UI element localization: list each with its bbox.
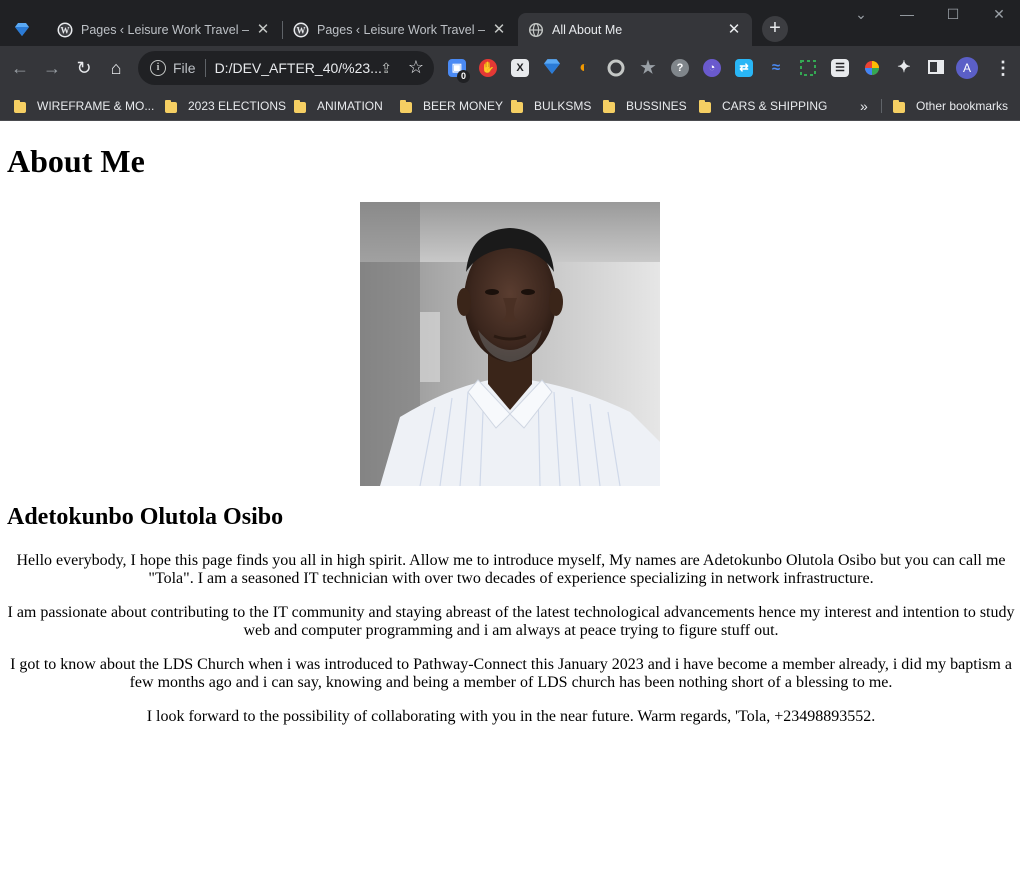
tab-title: Pages ‹ Leisure Work Travel — W — [317, 22, 485, 37]
close-icon[interactable]: ✕ — [726, 21, 742, 38]
list-extension-icon[interactable]: ☰ — [831, 59, 849, 77]
bookmark-label: WIREFRAME & MO... — [37, 99, 155, 113]
color-extension-icon[interactable] — [863, 59, 881, 77]
bookmark-label: 2023 ELECTIONS — [188, 99, 287, 113]
bookmark-label: BEER MONEY — [423, 99, 504, 113]
other-bookmarks[interactable]: Other bookmarks — [893, 96, 1008, 116]
tab-title: Pages ‹ Leisure Work Travel — W — [81, 22, 249, 37]
tab-strip: W Pages ‹ Leisure Work Travel — W ✕ W Pa… — [0, 0, 1020, 46]
folder-icon — [511, 99, 523, 113]
wordpress-icon: W — [293, 22, 309, 38]
star-extension-icon[interactable]: ★ — [639, 59, 657, 77]
bookmark-label: CARS & SHIPPING — [722, 99, 828, 113]
folder-icon — [603, 99, 615, 113]
tab-pinned[interactable] — [8, 13, 44, 46]
scheme-label: File — [173, 60, 196, 76]
share-icon[interactable]: ⇪ — [380, 60, 392, 77]
tab-all-about-me[interactable]: All About Me ✕ — [518, 13, 752, 46]
bookmark-folder[interactable]: ANIMATION — [294, 96, 383, 116]
tab-search-icon[interactable]: ⌄ — [846, 4, 876, 24]
svg-text:W: W — [297, 25, 306, 35]
translate-extension-icon[interactable]: ⇄ — [735, 59, 753, 77]
side-panel-icon[interactable] — [927, 59, 945, 77]
swirl-extension-icon[interactable]: ◔ — [703, 59, 721, 77]
new-tab-button[interactable]: + — [762, 16, 788, 42]
bookmark-folder[interactable]: WIREFRAME & MO... — [14, 96, 154, 116]
svg-text:W: W — [61, 25, 70, 35]
url-text[interactable]: D:/DEV_AFTER_40/%23... — [215, 60, 382, 76]
reload-button[interactable]: ↻ — [71, 55, 97, 81]
folder-icon — [165, 99, 177, 113]
bookmarks-bar: WIREFRAME & MO... 2023 ELECTIONS ANIMATI… — [0, 90, 1020, 121]
folder-icon — [400, 99, 412, 113]
address-divider — [204, 59, 206, 77]
portrait-photo — [360, 202, 660, 486]
screenshot-extension-icon[interactable] — [799, 59, 817, 77]
page-content: About Me Adetokunbo Olutola Osibo Hello … — [0, 121, 1020, 870]
menu-kebab-icon[interactable]: ⋮ — [994, 56, 1012, 80]
passion-paragraph: I am passionate about contributing to th… — [7, 604, 1015, 639]
bookmark-folder[interactable]: BUSSINES — [603, 96, 687, 116]
folder-icon — [294, 99, 306, 113]
page-title: About Me — [7, 143, 145, 179]
close-icon[interactable]: ✕ — [491, 21, 507, 38]
puzzle-extensions-icon[interactable]: ✦ — [895, 59, 913, 77]
bookmark-label: BUSSINES — [626, 99, 687, 113]
folder-icon — [14, 99, 26, 113]
help-extension-icon[interactable]: ? — [671, 59, 689, 77]
close-icon[interactable]: ✕ — [255, 21, 271, 38]
bookmark-divider — [881, 99, 882, 113]
x-extension-icon[interactable]: X — [511, 59, 529, 77]
window-close-icon[interactable]: ✕ — [984, 4, 1014, 24]
tab-title: All About Me — [552, 22, 623, 37]
bookmark-label: ANIMATION — [317, 99, 383, 113]
closing-paragraph: I look forward to the possibility of col… — [146, 708, 876, 725]
tab-pages-2[interactable]: W Pages ‹ Leisure Work Travel — W ✕ — [283, 13, 517, 46]
bookmark-label: BULKSMS — [534, 99, 592, 113]
bookmark-folder[interactable]: BEER MONEY — [400, 96, 503, 116]
home-button[interactable]: ⌂ — [103, 55, 129, 81]
bookmark-star-icon[interactable]: ☆ — [408, 57, 424, 78]
wave-extension-icon[interactable]: ≈ — [767, 59, 785, 77]
back-button[interactable]: ← — [7, 55, 33, 81]
extension-badge: 0 — [457, 70, 470, 83]
bookmark-label: Other bookmarks — [916, 99, 1009, 113]
browser-chrome: W Pages ‹ Leisure Work Travel — W ✕ W Pa… — [0, 0, 1020, 121]
sketch-diamond-icon — [14, 22, 30, 38]
sketch-diamond-icon[interactable] — [543, 59, 561, 77]
profile-avatar[interactable]: A — [956, 57, 978, 79]
maximize-icon[interactable]: ☐ — [938, 4, 968, 24]
crescent-extension-icon[interactable]: ◐ — [575, 59, 593, 77]
address-bar[interactable]: i File D:/DEV_AFTER_40/%23... ⇪ ☆ — [138, 51, 434, 85]
person-name: Adetokunbo Olutola Osibo — [7, 504, 284, 530]
globe-icon — [528, 22, 544, 38]
adblock-icon[interactable]: ✋ — [479, 59, 497, 77]
bookmark-folder[interactable]: 2023 ELECTIONS — [165, 96, 286, 116]
bookmark-folder[interactable]: CARS & SHIPPING — [699, 96, 827, 116]
site-info-icon[interactable]: i — [150, 60, 166, 76]
bookmark-folder[interactable]: BULKSMS — [511, 96, 591, 116]
circle-extension-icon[interactable] — [607, 59, 625, 77]
intro-paragraph: Hello everybody, I hope this page finds … — [16, 552, 1006, 587]
folder-icon — [699, 99, 711, 113]
more-bookmarks-button[interactable]: » — [860, 96, 868, 116]
tab-pages-1[interactable]: W Pages ‹ Leisure Work Travel — W ✕ — [47, 13, 281, 46]
wordpress-icon: W — [57, 22, 73, 38]
folder-icon — [893, 99, 905, 113]
toolbar: ← → ↻ ⌂ i File D:/DEV_AFTER_40/%23... ⇪ … — [0, 46, 1020, 90]
minimize-icon[interactable]: — — [892, 4, 922, 24]
forward-button[interactable]: → — [39, 55, 65, 81]
church-paragraph: I got to know about the LDS Church when … — [10, 656, 1012, 691]
